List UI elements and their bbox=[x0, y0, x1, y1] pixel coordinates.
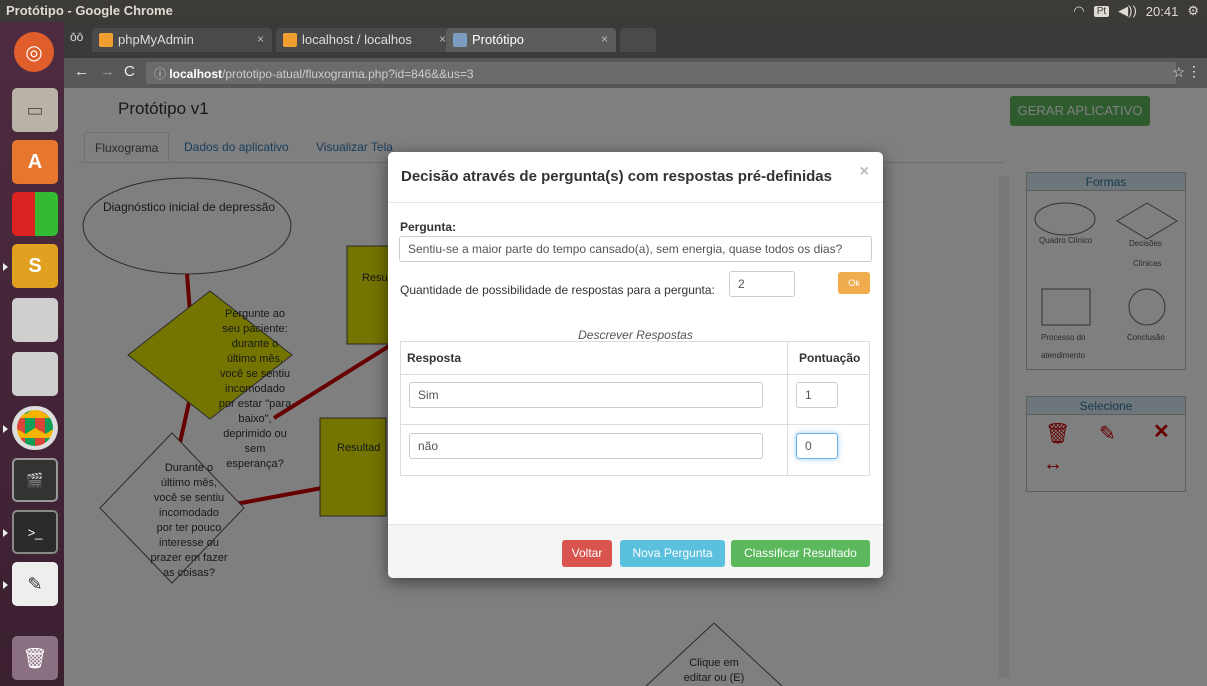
close-tab-icon[interactable]: × bbox=[439, 32, 446, 46]
answers-caption: Descrever Respostas bbox=[578, 328, 693, 342]
launcher: ◎ ▭ A S 🎬 >_ ✎ 🗑 bbox=[0, 22, 64, 686]
modal-title: Decisão através de pergunta(s) com respo… bbox=[401, 168, 832, 185]
settings-icon[interactable]: ⚙ bbox=[1187, 3, 1199, 19]
answer-column-header: Resposta bbox=[407, 351, 462, 365]
sublime-text-icon[interactable]: S bbox=[12, 244, 58, 288]
ok-button[interactable]: Ok bbox=[838, 272, 870, 294]
bookmark-star-icon[interactable]: ☆ bbox=[1172, 64, 1185, 81]
tab-prototipo[interactable]: Protótipo × bbox=[446, 28, 616, 52]
incognito-icon: ōō bbox=[70, 30, 84, 44]
terminal-icon[interactable]: >_ bbox=[12, 510, 58, 554]
back-icon[interactable]: ← bbox=[74, 63, 89, 80]
score-column-header: Pontuação bbox=[799, 351, 861, 365]
question-input[interactable]: Sentiu-se a maior parte do tempo cansado… bbox=[399, 236, 872, 262]
quantity-label: Quantidade de possibilidade de respostas… bbox=[400, 283, 715, 297]
decision-modal: Decisão através de pergunta(s) com respo… bbox=[388, 152, 883, 578]
volume-icon[interactable]: ◀)) bbox=[1118, 3, 1137, 19]
drive-icon[interactable] bbox=[12, 298, 58, 342]
question-label: Pergunta: bbox=[400, 220, 457, 234]
apps-icon[interactable] bbox=[12, 192, 58, 236]
info-icon[interactable]: ⓘ bbox=[154, 67, 169, 81]
window-title: Protótipo - Google Chrome bbox=[6, 3, 173, 18]
phpmyadmin-icon bbox=[99, 33, 113, 47]
tab-phpmyadmin[interactable]: phpMyAdmin × bbox=[92, 28, 272, 52]
phpmyadmin-icon bbox=[283, 33, 297, 47]
new-question-button[interactable]: Nova Pergunta bbox=[620, 540, 725, 567]
clock[interactable]: 20:41 bbox=[1146, 4, 1179, 19]
answers-table: Resposta Pontuação Sim 1 não 0 bbox=[400, 341, 870, 476]
classify-result-button[interactable]: Classificar Resultado bbox=[731, 540, 870, 567]
chrome-icon[interactable] bbox=[12, 406, 58, 450]
new-tab-button[interactable] bbox=[620, 28, 656, 52]
score-input[interactable]: 0 bbox=[796, 433, 838, 459]
back-button[interactable]: Voltar bbox=[562, 540, 612, 567]
address-bar-row: ← → C ⓘ localhost/prototipo-atual/fluxog… bbox=[64, 58, 1207, 88]
close-tab-icon[interactable]: × bbox=[257, 32, 264, 46]
drive-icon[interactable] bbox=[12, 352, 58, 396]
close-icon[interactable]: × bbox=[860, 163, 869, 181]
system-top-bar: Protótipo - Google Chrome ◠ Pt ◀)) 20:41… bbox=[0, 0, 1207, 22]
system-tray: ◠ Pt ◀)) 20:41 ⚙ bbox=[1073, 3, 1199, 19]
trash-icon[interactable]: 🗑 bbox=[12, 636, 58, 680]
video-editor-icon[interactable]: 🎬 bbox=[12, 458, 58, 502]
quantity-input[interactable]: 2 bbox=[729, 271, 795, 297]
menu-icon[interactable]: ⋮ bbox=[1187, 63, 1201, 80]
browser-tab-strip: ōō phpMyAdmin × localhost / localhos × P… bbox=[64, 22, 1207, 58]
software-center-icon[interactable]: A bbox=[12, 140, 58, 184]
modal-header: Decisão através de pergunta(s) com respo… bbox=[388, 152, 883, 203]
reload-icon[interactable]: C bbox=[124, 63, 135, 80]
tab-localhost[interactable]: localhost / localhos × bbox=[276, 28, 454, 52]
ubuntu-dash-icon[interactable]: ◎ bbox=[14, 32, 54, 72]
forward-icon[interactable]: → bbox=[100, 63, 115, 80]
keyboard-layout[interactable]: Pt bbox=[1093, 5, 1110, 17]
text-editor-icon[interactable]: ✎ bbox=[12, 562, 58, 606]
url-field[interactable]: ⓘ localhost/prototipo-atual/fluxograma.p… bbox=[146, 62, 1176, 84]
answer-input[interactable]: não bbox=[409, 433, 763, 459]
close-tab-icon[interactable]: × bbox=[601, 32, 608, 46]
answer-input[interactable]: Sim bbox=[409, 382, 763, 408]
score-input[interactable]: 1 bbox=[796, 382, 838, 408]
files-icon[interactable]: ▭ bbox=[12, 88, 58, 132]
page-favicon-icon bbox=[453, 33, 467, 47]
wifi-icon[interactable]: ◠ bbox=[1073, 3, 1084, 19]
